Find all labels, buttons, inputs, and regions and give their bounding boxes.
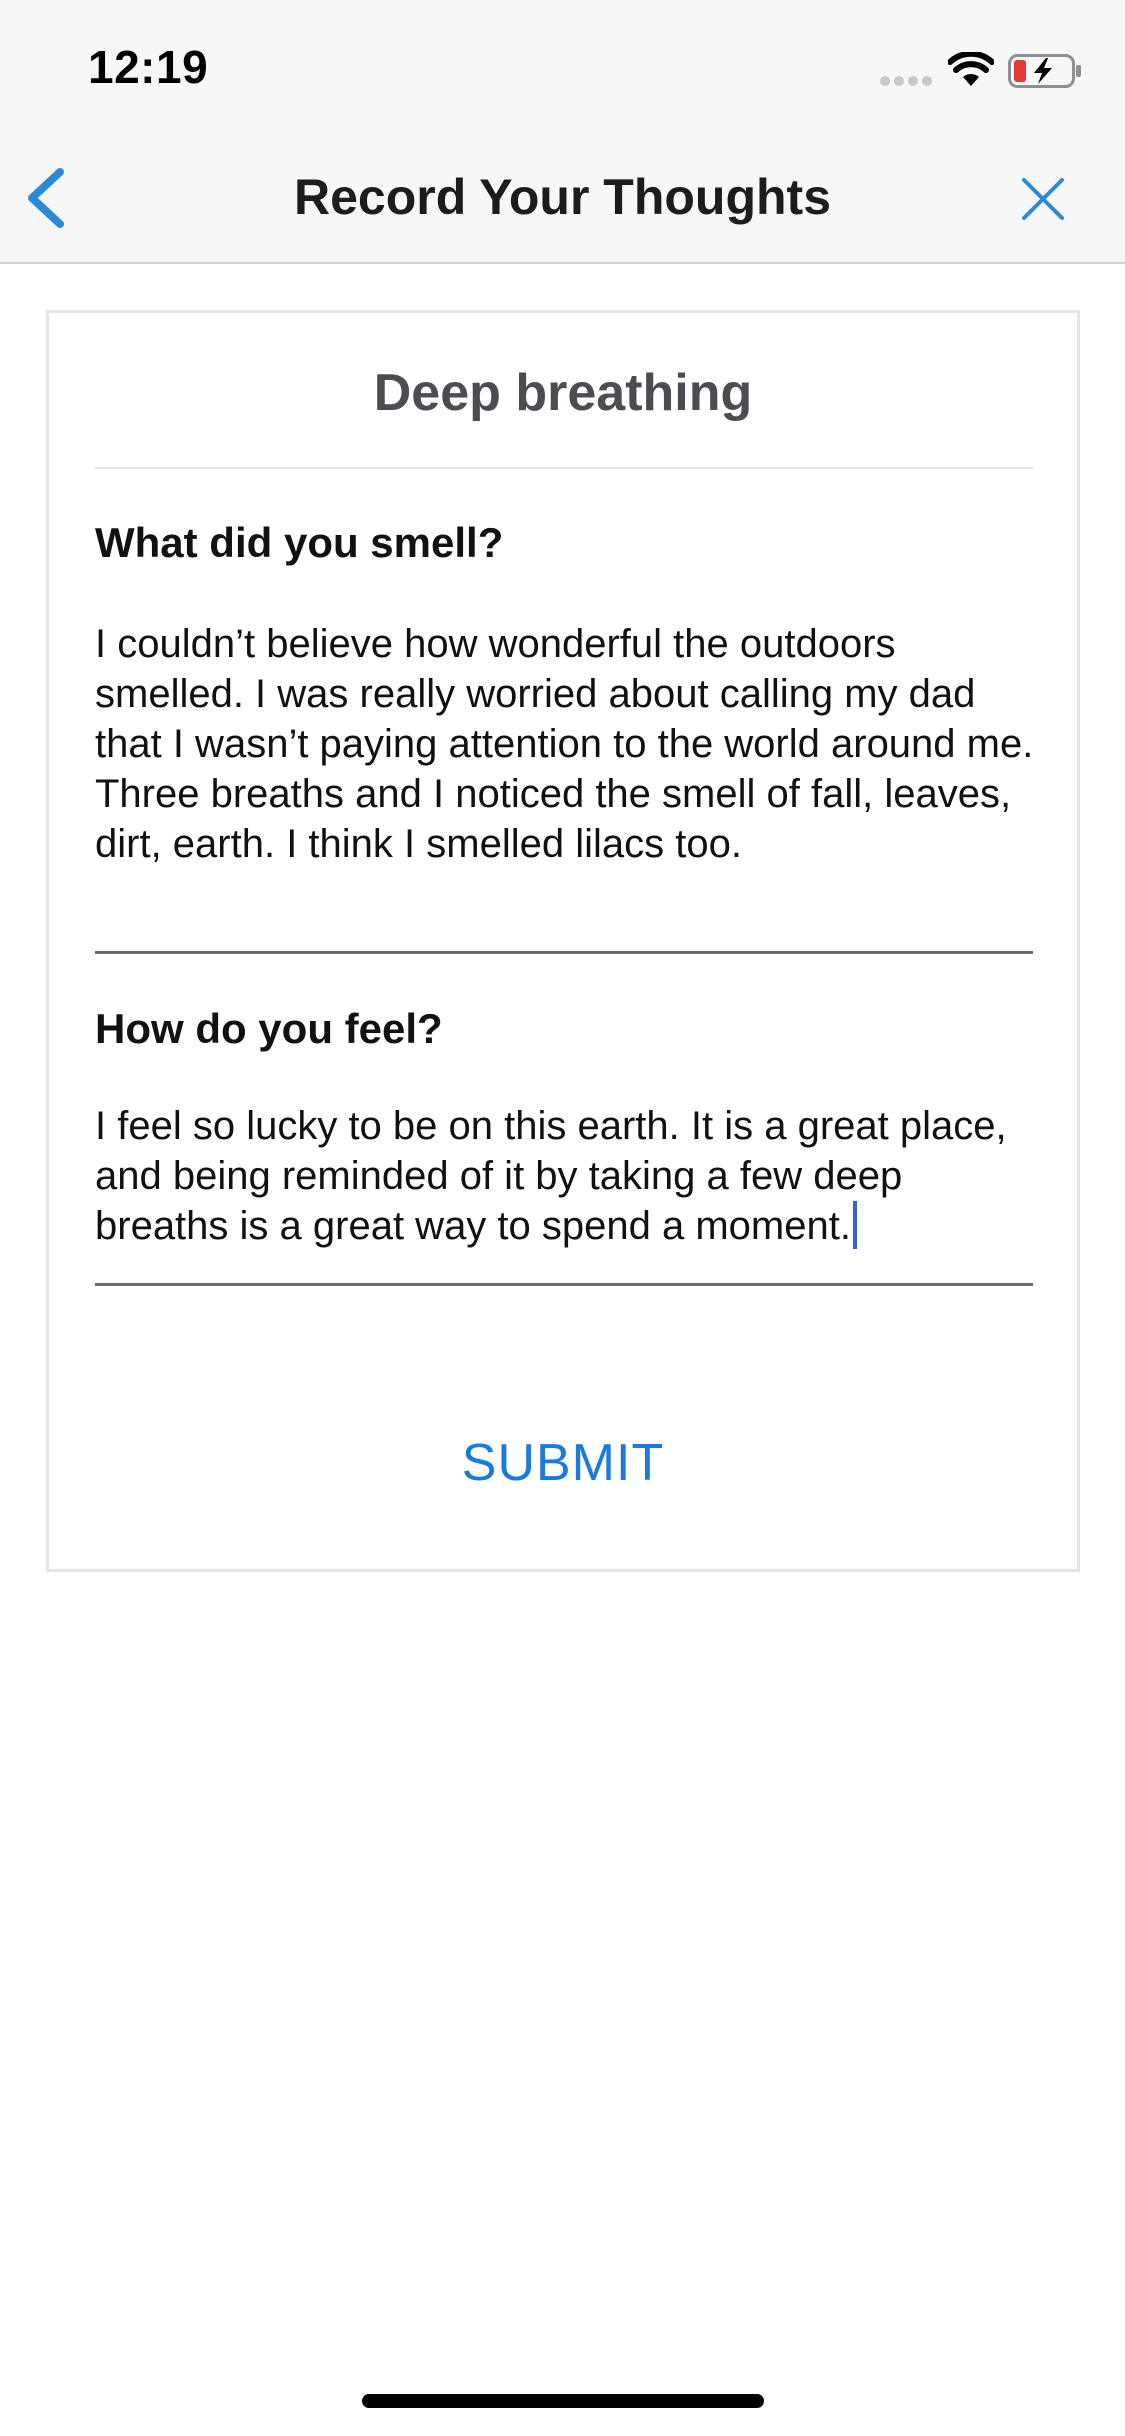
status-bar: 12:19 bbox=[0, 0, 1125, 132]
wifi-icon bbox=[948, 52, 994, 86]
answer-text-feel: I feel so lucky to be on this earth. It … bbox=[95, 1104, 1007, 1248]
screen: 12:19 Record Your Thoughts Deep breathin… bbox=[0, 0, 1125, 2436]
cellular-signal-icon bbox=[880, 76, 934, 86]
battery-charging-icon bbox=[1008, 54, 1081, 88]
submit-button[interactable]: SUBMIT bbox=[49, 1433, 1077, 1493]
page-title: Record Your Thoughts bbox=[293, 169, 832, 225]
question-label-feel: How do you feel? bbox=[95, 1005, 443, 1052]
answer-field-feel[interactable]: I feel so lucky to be on this earth. It … bbox=[95, 1101, 1045, 1251]
text-caret bbox=[852, 1201, 857, 1249]
status-time: 12:19 bbox=[88, 41, 209, 93]
home-indicator[interactable] bbox=[362, 2394, 764, 2408]
question-label-smell: What did you smell? bbox=[95, 519, 504, 566]
answer-underline-feel bbox=[95, 1283, 1033, 1286]
journal-card: Deep breathing What did you smell? I cou… bbox=[46, 310, 1080, 1572]
answer-underline-smell bbox=[95, 951, 1033, 954]
close-icon[interactable] bbox=[1018, 174, 1068, 224]
answer-field-smell[interactable]: I couldn’t believe how wonderful the out… bbox=[95, 619, 1045, 869]
navigation-bar: Record Your Thoughts bbox=[0, 132, 1125, 264]
card-divider bbox=[95, 467, 1033, 469]
card-title: Deep breathing bbox=[373, 364, 753, 422]
